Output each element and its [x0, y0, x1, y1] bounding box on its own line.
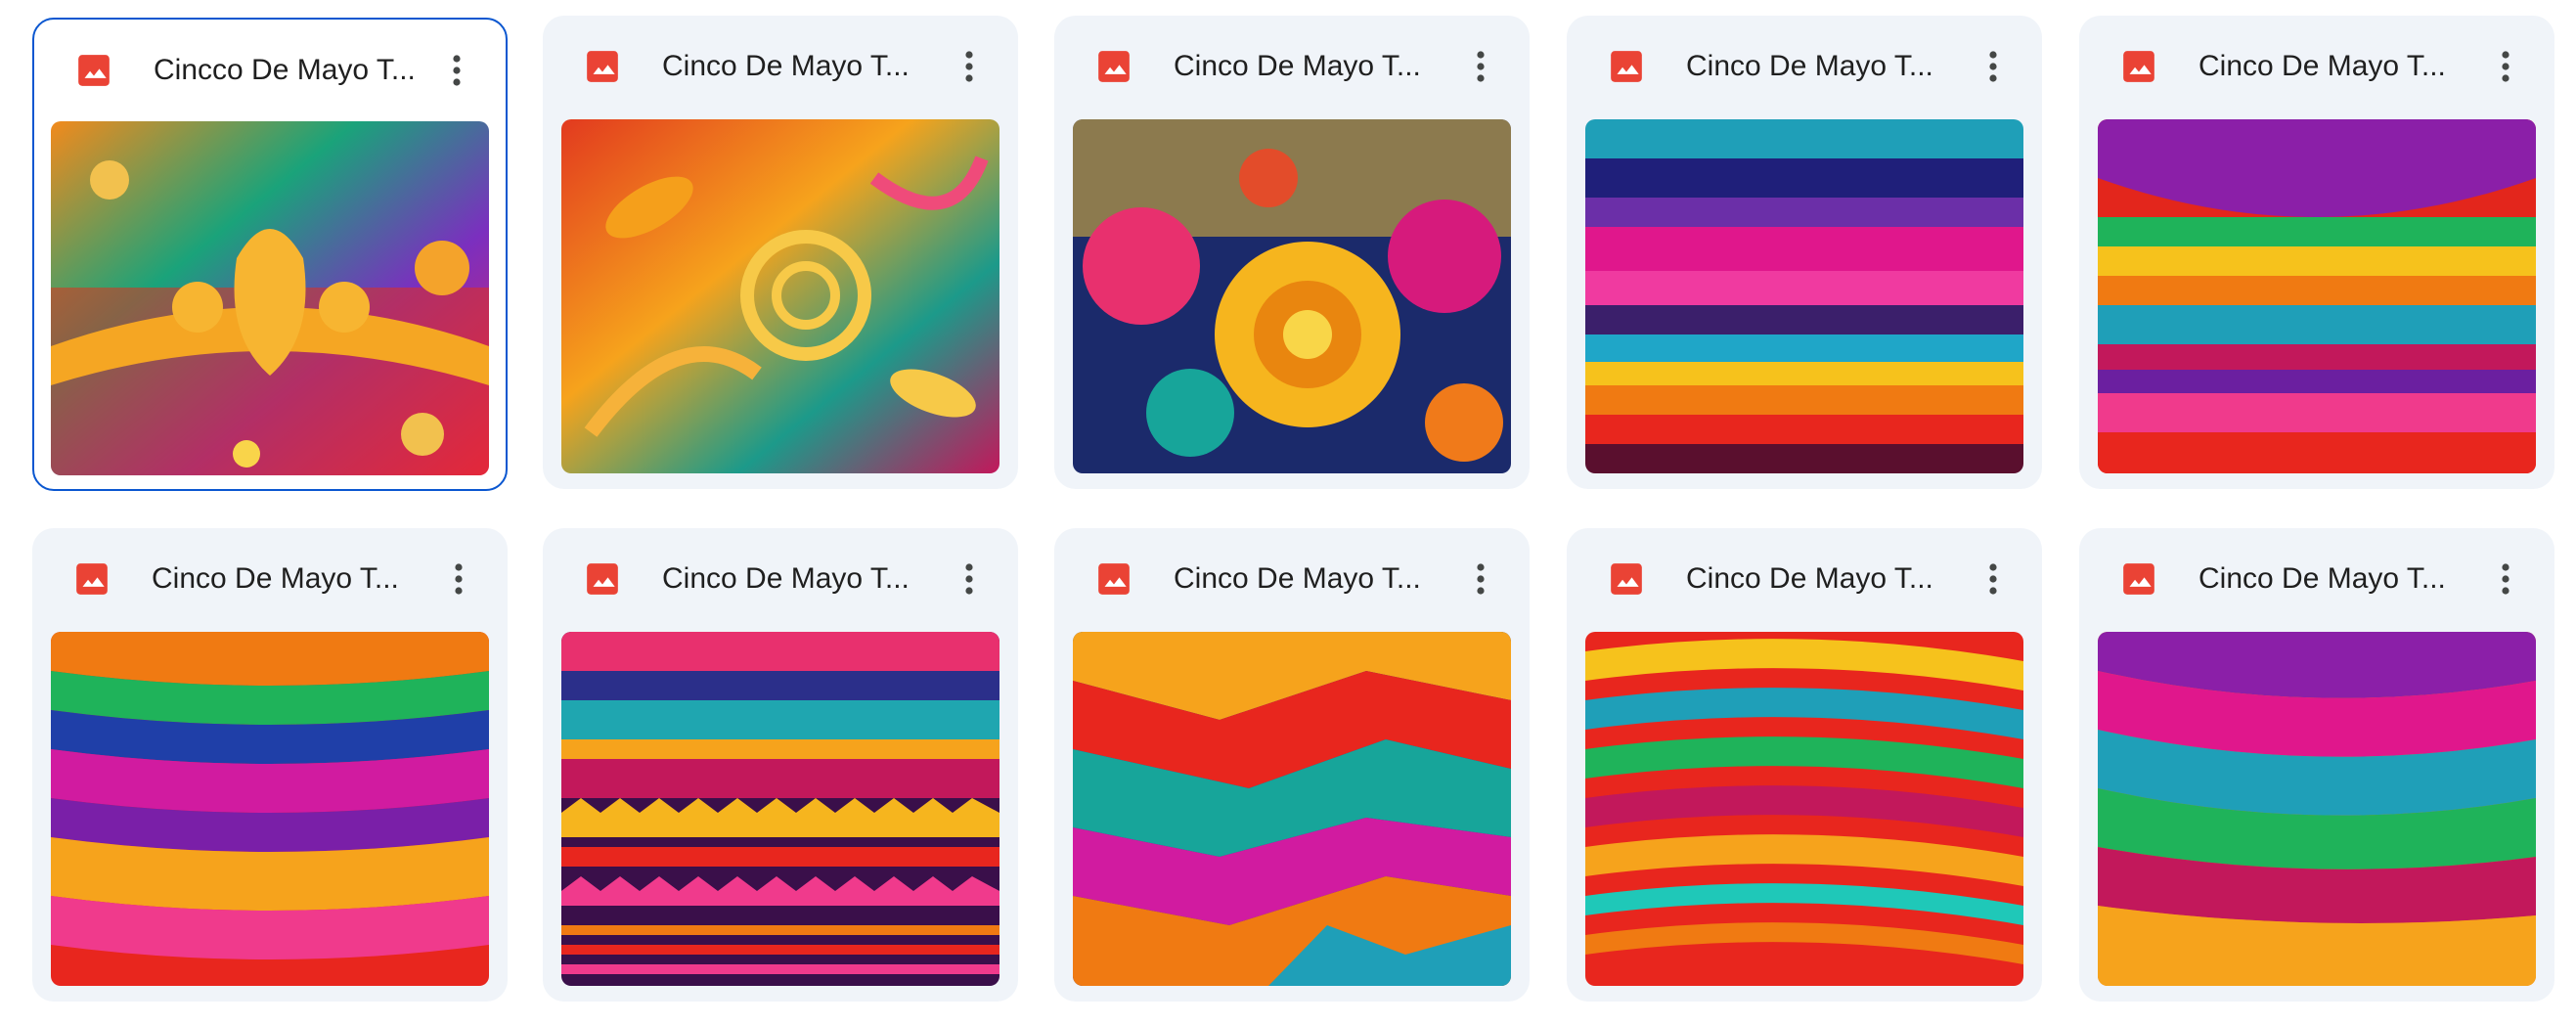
more-vert-icon [2502, 563, 2509, 595]
file-card[interactable]: Cinco De Mayo T... [1054, 528, 1530, 1002]
file-card[interactable]: Cinco De Mayo T... [32, 528, 508, 1002]
image-thumbnail[interactable] [561, 632, 999, 986]
more-vert-icon [1477, 563, 1485, 595]
image-thumbnail[interactable] [51, 121, 489, 475]
image-file-icon [1611, 563, 1642, 595]
more-actions-button[interactable] [2478, 39, 2533, 94]
file-card[interactable]: Cincco De Mayo T... [32, 18, 508, 491]
file-name[interactable]: Cinco De Mayo T... [1686, 45, 1950, 88]
more-vert-icon [453, 55, 461, 86]
file-name[interactable]: Cincco De Mayo T... [154, 49, 418, 92]
file-card-header: Cinco De Mayo T... [1567, 16, 2042, 117]
file-card-header: Cinco De Mayo T... [1567, 528, 2042, 630]
image-file-icon [1611, 51, 1642, 82]
file-card[interactable]: Cinco De Mayo T... [1054, 16, 1530, 489]
more-vert-icon [2502, 51, 2509, 82]
more-vert-icon [965, 51, 973, 82]
more-actions-button[interactable] [1966, 552, 2021, 606]
image-thumbnail[interactable] [1073, 119, 1511, 473]
more-actions-button[interactable] [1453, 39, 1508, 94]
more-vert-icon [455, 563, 463, 595]
image-thumbnail[interactable] [1585, 632, 2023, 986]
image-file-icon [1098, 563, 1130, 595]
image-file-icon [78, 55, 110, 86]
more-actions-button[interactable] [1453, 552, 1508, 606]
file-name[interactable]: Cinco De Mayo T... [662, 557, 926, 601]
file-card[interactable]: Cinco De Mayo T... [2079, 528, 2554, 1002]
file-card[interactable]: Cinco De Mayo T... [543, 528, 1018, 1002]
file-card-header: Cinco De Mayo T... [543, 528, 1018, 630]
more-actions-button[interactable] [1966, 39, 2021, 94]
file-card-header: Cinco De Mayo T... [2079, 528, 2554, 630]
file-card-header: Cinco De Mayo T... [2079, 16, 2554, 117]
file-card[interactable]: Cinco De Mayo T... [1567, 16, 2042, 489]
file-card-header: Cinco De Mayo T... [543, 16, 1018, 117]
image-file-icon [587, 563, 618, 595]
file-card-header: Cincco De Mayo T... [34, 20, 506, 121]
file-name[interactable]: Cinco De Mayo T... [1686, 557, 1950, 601]
more-actions-button[interactable] [431, 552, 486, 606]
more-vert-icon [1989, 51, 1997, 82]
more-vert-icon [965, 563, 973, 595]
more-actions-button[interactable] [2478, 552, 2533, 606]
image-file-icon [76, 563, 108, 595]
more-actions-button[interactable] [942, 39, 997, 94]
file-grid: Cincco De Mayo T... Cinco De Mayo T... C… [0, 0, 2576, 1025]
more-vert-icon [1477, 51, 1485, 82]
image-thumbnail[interactable] [1073, 632, 1511, 986]
image-thumbnail[interactable] [1585, 119, 2023, 473]
image-file-icon [587, 51, 618, 82]
image-thumbnail[interactable] [51, 632, 489, 986]
image-thumbnail[interactable] [561, 119, 999, 473]
image-file-icon [2123, 51, 2154, 82]
image-file-icon [2123, 563, 2154, 595]
image-thumbnail[interactable] [2098, 632, 2536, 986]
image-file-icon [1098, 51, 1130, 82]
file-card-header: Cinco De Mayo T... [1054, 528, 1530, 630]
file-name[interactable]: Cinco De Mayo T... [152, 557, 416, 601]
file-name[interactable]: Cinco De Mayo T... [2198, 557, 2463, 601]
more-vert-icon [1989, 563, 1997, 595]
more-actions-button[interactable] [942, 552, 997, 606]
file-card[interactable]: Cinco De Mayo T... [543, 16, 1018, 489]
file-name[interactable]: Cinco De Mayo T... [1174, 557, 1438, 601]
file-card[interactable]: Cinco De Mayo T... [1567, 528, 2042, 1002]
file-name[interactable]: Cinco De Mayo T... [2198, 45, 2463, 88]
file-card[interactable]: Cinco De Mayo T... [2079, 16, 2554, 489]
image-thumbnail[interactable] [2098, 119, 2536, 473]
file-card-header: Cinco De Mayo T... [32, 528, 508, 630]
more-actions-button[interactable] [429, 43, 484, 98]
file-name[interactable]: Cinco De Mayo T... [662, 45, 926, 88]
file-name[interactable]: Cinco De Mayo T... [1174, 45, 1438, 88]
file-card-header: Cinco De Mayo T... [1054, 16, 1530, 117]
